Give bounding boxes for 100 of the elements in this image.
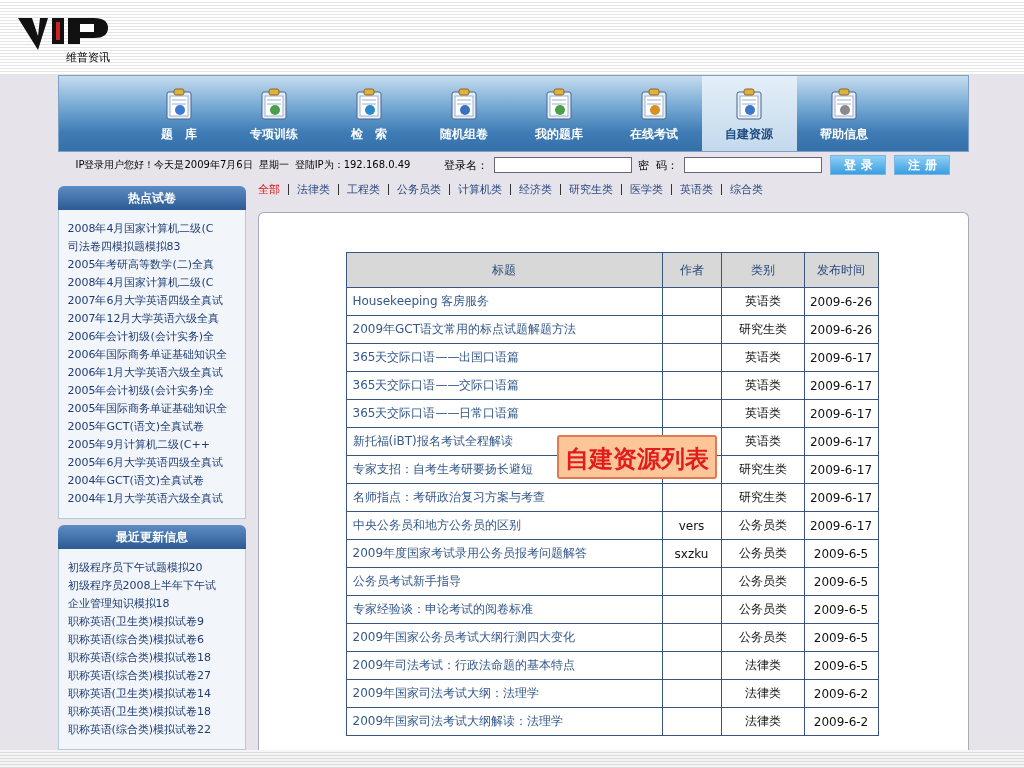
clipboard-icon [829, 88, 859, 120]
sidebar-link[interactable]: 职称英语(卫生类)模拟试卷14 [67, 685, 212, 703]
category-link[interactable]: 计算机类 [448, 183, 510, 195]
category-link[interactable]: 英语类 [670, 183, 721, 195]
date-cell: 2009-6-5 [804, 539, 878, 568]
date-cell: 2009-6-17 [804, 483, 878, 512]
column-header: 类别 [721, 252, 804, 288]
date-cell: 2009-6-17 [804, 511, 878, 540]
username-field[interactable] [494, 157, 633, 173]
sidebar-link[interactable]: 2006年会计初级(会计实务)全 [67, 328, 215, 346]
category-cell: 研究生类 [721, 483, 804, 512]
date-cell: 2009-6-2 [804, 679, 878, 708]
category-cell: 公务员类 [721, 567, 804, 596]
sidebar-link[interactable]: 2005年6月大学英语四级全真试 [67, 454, 224, 472]
nav-item[interactable]: 我的题库 [511, 76, 607, 151]
category-cell: 公务员类 [721, 623, 804, 652]
date-cell: 2009-6-5 [804, 623, 878, 652]
sidebar-link[interactable]: 职称英语(卫生类)模拟试卷9 [67, 613, 205, 631]
date-cell: 2009-6-17 [804, 399, 878, 428]
nav-item[interactable]: 在线考试 [606, 76, 702, 151]
sidebar-link[interactable]: 司法卷四模拟题模拟83 [67, 238, 181, 256]
sidebar-link[interactable]: 职称英语(综合类)模拟试卷22 [67, 721, 212, 739]
sidebar-link[interactable]: 2005年考研高等数学(二)全真 [67, 256, 215, 274]
clipboard-icon [449, 88, 479, 120]
sidebar-link[interactable]: 初级程序员下午试题模拟20 [67, 559, 203, 577]
date-cell: 2009-6-17 [804, 455, 878, 484]
sidebar-link[interactable]: 2006年1月大学英语六级全真试 [67, 364, 224, 382]
nav-item[interactable]: 随机组卷 [416, 76, 512, 151]
date-cell: 2009-6-5 [804, 595, 878, 624]
date-cell: 2009-6-5 [804, 651, 878, 680]
clipboard-icon [734, 88, 764, 120]
category-cell: 法律类 [721, 707, 804, 736]
category-cell: 研究生类 [721, 315, 804, 344]
category-cell: 公务员类 [721, 511, 804, 540]
category-link[interactable]: 公务员类 [387, 183, 449, 195]
sidebar-link[interactable]: 2005年GCT(语文)全真试卷 [67, 418, 204, 436]
sidebar-link[interactable]: 企业管理知识模拟18 [67, 595, 170, 613]
column-header: 发布时间 [804, 252, 878, 288]
sidebar-link[interactable]: 职称英语(综合类)模拟试卷27 [67, 667, 212, 685]
category-cell: 英语类 [721, 287, 804, 316]
logo-caption: 维普资讯 [66, 50, 110, 65]
nav-item[interactable]: 题 库 [131, 76, 227, 151]
password-field[interactable] [684, 157, 823, 173]
date-cell: 2009-6-5 [804, 567, 878, 596]
category-cell: 公务员类 [721, 595, 804, 624]
date-cell: 2009-6-17 [804, 371, 878, 400]
clipboard-icon [164, 88, 194, 120]
sidebar-link[interactable]: 职称英语(综合类)模拟试卷18 [67, 649, 212, 667]
sidebar-link[interactable]: 2005年会计初级(会计实务)全 [67, 382, 215, 400]
sidebar-link[interactable]: 初级程序员2008上半年下午试 [67, 577, 217, 595]
clipboard-icon [544, 88, 574, 120]
date-cell: 2009-6-17 [804, 427, 878, 456]
callout-tooltip: 自建资源列表 [556, 435, 717, 479]
sidebar-link[interactable]: 2007年6月大学英语四级全真试 [67, 292, 224, 310]
author-cell: sxzku [662, 539, 721, 568]
category-link[interactable]: 全部 [257, 183, 288, 195]
category-link[interactable]: 经济类 [509, 183, 560, 195]
date-cell: 2009-6-2 [804, 707, 878, 736]
date-cell: 2009-6-26 [804, 287, 878, 316]
category-link[interactable]: 综合类 [720, 183, 771, 195]
clipboard-icon [354, 88, 384, 120]
clipboard-icon [259, 88, 289, 120]
ip-text: 登陆IP为：192.168.0.49 [294, 158, 411, 172]
category-cell: 英语类 [721, 427, 804, 456]
clipboard-icon [639, 88, 669, 120]
password-label: 密 码： [638, 157, 679, 173]
weekday-text: 星期一 [258, 158, 289, 172]
sidebar-heading: 热点试卷 [57, 186, 246, 210]
sidebar-link[interactable]: 2005年9月计算机二级(C++ [67, 436, 210, 454]
nav-item[interactable]: 检 索 [321, 76, 417, 151]
column-header: 标题 [346, 252, 662, 288]
sidebar-link[interactable]: 职称英语(综合类)模拟试卷6 [67, 631, 205, 649]
category-cell: 公务员类 [721, 539, 804, 568]
category-cell: 英语类 [721, 371, 804, 400]
category-cell: 研究生类 [721, 455, 804, 484]
sidebar-link[interactable]: 职称英语(卫生类)模拟试卷18 [67, 703, 212, 721]
nav-item[interactable]: 帮助信息 [796, 76, 892, 151]
category-link[interactable]: 法律类 [287, 183, 338, 195]
category-cell: 法律类 [721, 651, 804, 680]
sidebar-link[interactable]: 2004年1月大学英语六级全真试 [67, 490, 224, 508]
author-cell: vers [662, 511, 721, 540]
sidebar-link[interactable]: 2008年4月国家计算机二级(C [67, 274, 214, 292]
logo-icon [18, 16, 110, 50]
date-cell: 2009-6-17 [804, 343, 878, 372]
sidebar-heading: 最近更新信息 [57, 525, 246, 549]
nav-item[interactable]: 自建资源 [701, 76, 797, 151]
sidebar-link[interactable]: 2004年GCT(语文)全真试卷 [67, 472, 204, 490]
sidebar-link[interactable]: 2008年4月国家计算机二级(C [67, 220, 214, 238]
sidebar-link[interactable]: 2005年国际商务单证基础知识全 [67, 400, 228, 418]
category-link[interactable]: 研究生类 [559, 183, 621, 195]
sidebar-link[interactable]: 2006年国际商务单证基础知识全 [67, 346, 228, 364]
greeting-text: IP登录用户您好！今天是2009年7月6日 [75, 158, 253, 172]
username-label: 登录名： [444, 157, 489, 173]
category-link[interactable]: 工程类 [337, 183, 388, 195]
date-cell: 2009-6-26 [804, 315, 878, 344]
nav-item[interactable]: 专项训练 [226, 76, 322, 151]
category-link[interactable]: 医学类 [620, 183, 671, 195]
category-cell: 英语类 [721, 399, 804, 428]
sidebar-link[interactable]: 2007年12月大学英语六级全真 [67, 310, 220, 328]
category-cell: 法律类 [721, 679, 804, 708]
